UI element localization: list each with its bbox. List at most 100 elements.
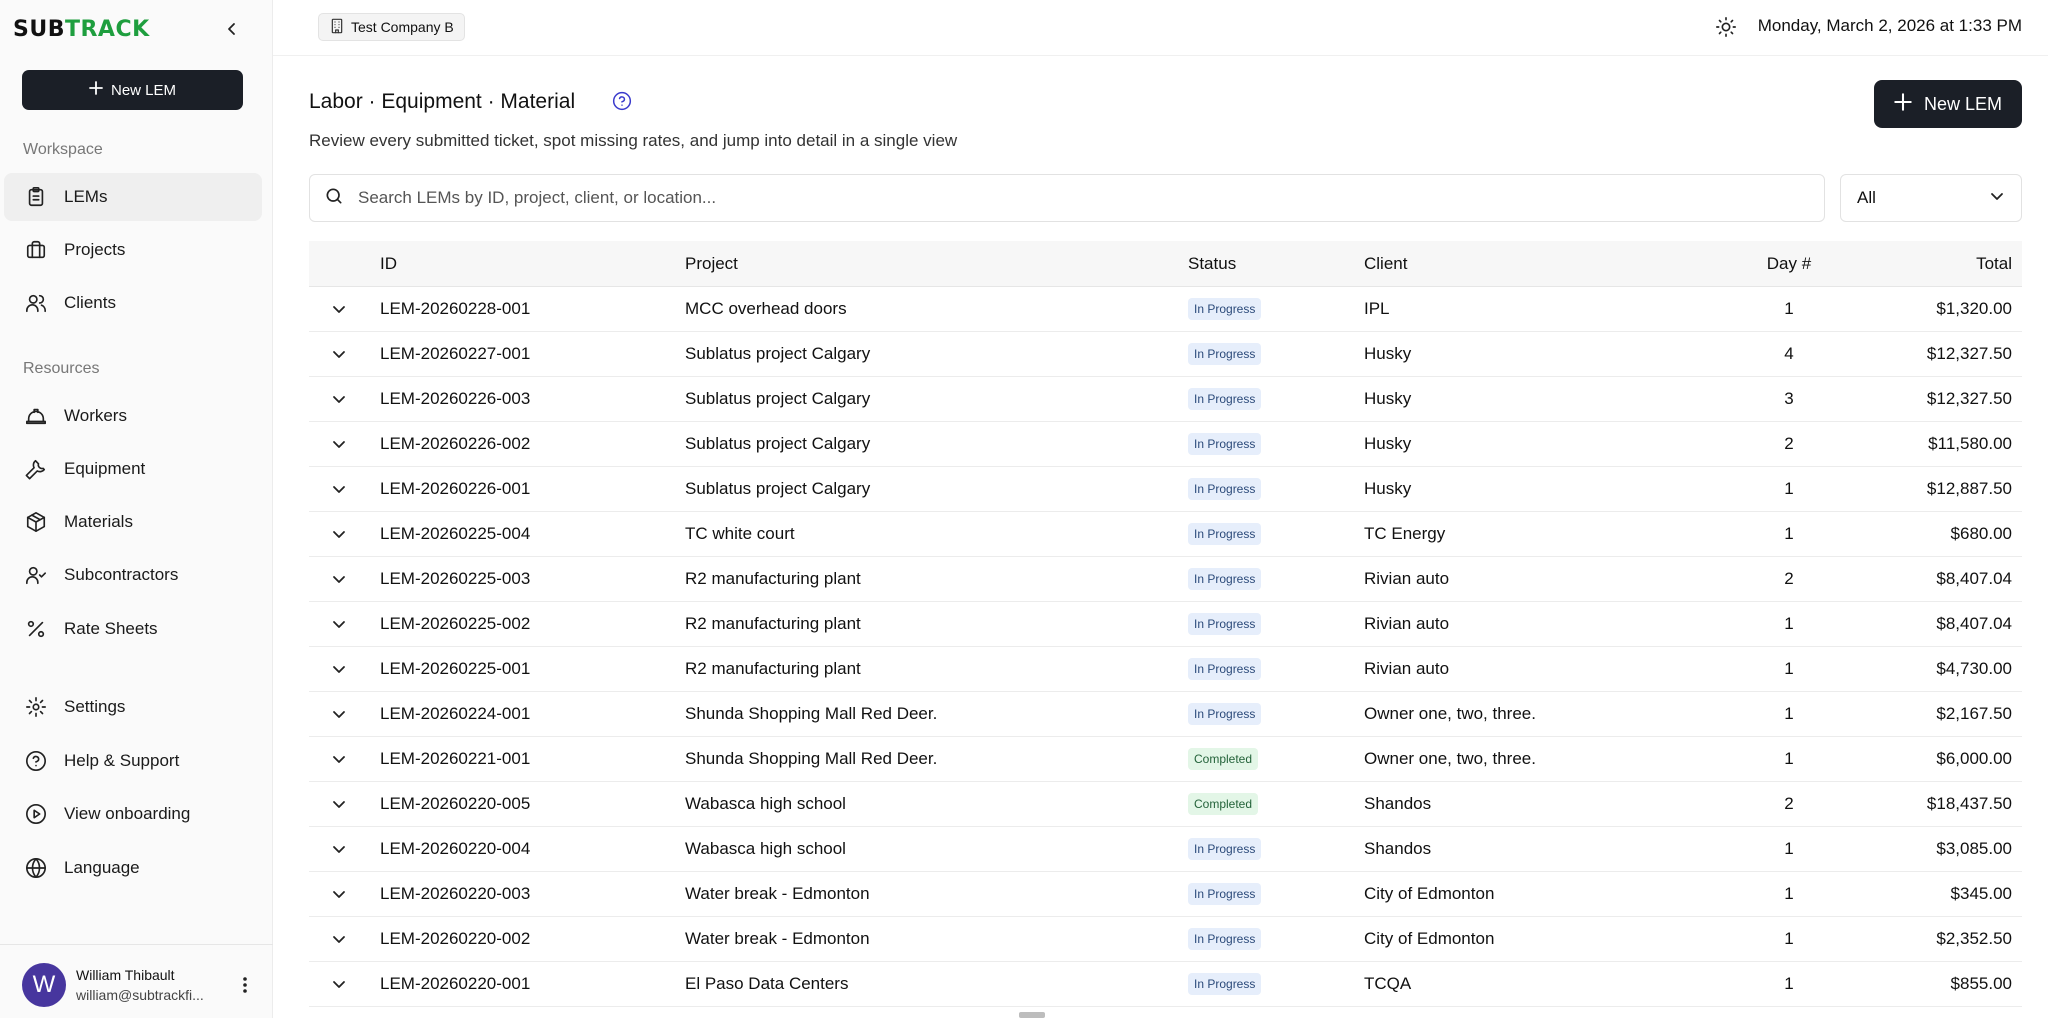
table-row[interactable]: LEM-20260228-001 MCC overhead doors In Pro…: [309, 287, 2022, 332]
table-row[interactable]: LEM-20260220-005 Wabasca high school Compl…: [309, 782, 2022, 827]
table-row[interactable]: LEM-20260220-002 Water break - Edmonton In…: [309, 917, 2022, 962]
new-lem-button[interactable]: New LEM: [1874, 80, 2022, 128]
sidebar-item-lems[interactable]: LEMs: [4, 173, 262, 221]
sidebar-item-projects[interactable]: Projects: [4, 226, 262, 274]
table-body: LEM-20260228-001 MCC overhead doors In Pro…: [309, 287, 2022, 1007]
cell-project: Sublatus project Calgary: [685, 344, 871, 363]
cell-id[interactable]: LEM-20260220-004: [380, 827, 530, 871]
status-badge: In Progress: [1188, 478, 1262, 500]
chevron-down-icon[interactable]: [327, 432, 351, 456]
cell-id[interactable]: LEM-20260220-003: [380, 872, 530, 916]
table-row[interactable]: LEM-20260220-003 Water break - Edmonton In…: [309, 872, 2022, 917]
chevron-down-icon[interactable]: [327, 882, 351, 906]
sidebar-item-help-support[interactable]: Help & Support: [4, 737, 262, 785]
package-icon: [24, 510, 48, 534]
chevron-down-icon[interactable]: [327, 297, 351, 321]
column-header-client[interactable]: Client: [1364, 241, 1407, 286]
cell-id[interactable]: LEM-20260226-002: [380, 422, 530, 466]
cell-id[interactable]: LEM-20260225-002: [380, 602, 530, 646]
cell-id[interactable]: LEM-20260221-001: [380, 737, 530, 781]
sidebar-item-label: Equipment: [64, 459, 146, 478]
cell-project: Sublatus project Calgary: [685, 389, 871, 408]
help-circle-icon[interactable]: [612, 91, 632, 111]
table-row[interactable]: LEM-20260225-002 R2 manufacturing plant In…: [309, 602, 2022, 647]
sidebar-item-subcontractors[interactable]: Subcontractors: [4, 551, 262, 599]
column-header-id[interactable]: ID: [380, 241, 397, 286]
cell-day: 1: [1784, 299, 1794, 318]
cell-id[interactable]: LEM-20260226-003: [380, 377, 530, 421]
cell-id[interactable]: LEM-20260220-001: [380, 962, 530, 1006]
cell-id[interactable]: LEM-20260220-002: [380, 917, 530, 961]
status-filter-select[interactable]: All: [1840, 174, 2022, 222]
chevron-down-icon[interactable]: [327, 657, 351, 681]
more-vertical-icon[interactable]: [238, 973, 252, 997]
scroll-indicator[interactable]: [1019, 1012, 1045, 1018]
cell-project: MCC overhead doors: [685, 299, 847, 318]
chevron-down-icon[interactable]: [327, 792, 351, 816]
lem-table: ID Project Status Client Day # Total LEM…: [309, 241, 2022, 1007]
cell-id[interactable]: LEM-20260220-005: [380, 782, 530, 826]
cell-id[interactable]: LEM-20260224-001: [380, 692, 530, 736]
sidebar-item-workers[interactable]: Workers: [4, 392, 262, 440]
company-selector[interactable]: Test Company B: [318, 13, 465, 41]
table-row[interactable]: LEM-20260221-001 Shunda Shopping Mall Red…: [309, 737, 2022, 782]
chevron-down-icon[interactable]: [327, 612, 351, 636]
plus-icon: [89, 81, 103, 99]
sidebar-item-language[interactable]: Language: [4, 844, 262, 892]
chevron-down-icon[interactable]: [327, 702, 351, 726]
sidebar-item-label: Settings: [64, 697, 126, 716]
table-row[interactable]: LEM-20260226-001 Sublatus project Calgary…: [309, 467, 2022, 512]
table-row[interactable]: LEM-20260220-001 El Paso Data Centers In P…: [309, 962, 2022, 1007]
table-row[interactable]: LEM-20260227-001 Sublatus project Calgary…: [309, 332, 2022, 377]
collapse-sidebar-icon[interactable]: [221, 18, 243, 40]
cell-id[interactable]: LEM-20260225-003: [380, 557, 530, 601]
cell-client: Husky: [1364, 479, 1412, 498]
sidebar-item-label: Materials: [64, 512, 133, 531]
sidebar-item-equipment[interactable]: Equipment: [4, 445, 262, 493]
cell-client: Husky: [1364, 434, 1412, 453]
cell-id[interactable]: LEM-20260227-001: [380, 332, 530, 376]
cell-id[interactable]: LEM-20260225-004: [380, 512, 530, 556]
chevron-down-icon[interactable]: [327, 972, 351, 996]
cell-total: $2,352.50: [1936, 929, 2012, 948]
chevron-down-icon[interactable]: [327, 342, 351, 366]
sidebar-item-label: Help & Support: [64, 751, 180, 770]
chevron-down-icon[interactable]: [327, 387, 351, 411]
chevron-down-icon[interactable]: [327, 522, 351, 546]
cell-id[interactable]: LEM-20260225-001: [380, 647, 530, 691]
column-header-day[interactable]: Day #: [1739, 241, 1839, 286]
sidebar-item-materials[interactable]: Materials: [4, 498, 262, 546]
search-input[interactable]: [358, 188, 1758, 208]
user-check-icon: [24, 563, 48, 587]
sidebar-item-clients[interactable]: Clients: [4, 279, 262, 327]
cell-id[interactable]: LEM-20260228-001: [380, 287, 530, 331]
cell-id[interactable]: LEM-20260226-001: [380, 467, 530, 511]
table-row[interactable]: LEM-20260220-004 Wabasca high school In Pr…: [309, 827, 2022, 872]
status-badge: In Progress: [1188, 838, 1262, 860]
column-header-total[interactable]: Total: [1976, 241, 2012, 286]
table-row[interactable]: LEM-20260226-003 Sublatus project Calgary…: [309, 377, 2022, 422]
table-row[interactable]: LEM-20260225-003 R2 manufacturing plant In…: [309, 557, 2022, 602]
chevron-down-icon[interactable]: [327, 567, 351, 591]
cell-day: 1: [1784, 974, 1794, 993]
cell-total: $11,580.00: [1928, 434, 2012, 453]
sidebar-item-view-onboarding[interactable]: View onboarding: [4, 790, 262, 838]
app-logo[interactable]: SUBTRACK: [13, 17, 150, 42]
sun-icon[interactable]: [1713, 14, 1739, 40]
chevron-down-icon[interactable]: [327, 837, 351, 861]
table-row[interactable]: LEM-20260224-001 Shunda Shopping Mall Red…: [309, 692, 2022, 737]
table-row[interactable]: LEM-20260225-001 R2 manufacturing plant In…: [309, 647, 2022, 692]
table-row[interactable]: LEM-20260226-002 Sublatus project Calgary…: [309, 422, 2022, 467]
column-header-project[interactable]: Project: [685, 241, 738, 286]
column-header-status[interactable]: Status: [1188, 241, 1236, 286]
avatar[interactable]: W: [22, 963, 66, 1007]
top-bar: Test Company B Monday, March 2, 2026 at …: [273, 0, 2048, 56]
table-row[interactable]: LEM-20260225-004 TC white court In Progres…: [309, 512, 2022, 557]
sidebar-item-rate-sheets[interactable]: Rate Sheets: [4, 605, 262, 653]
chevron-down-icon[interactable]: [327, 927, 351, 951]
chevron-down-icon[interactable]: [327, 747, 351, 771]
sidebar-item-settings[interactable]: Settings: [4, 683, 262, 731]
chevron-down-icon[interactable]: [327, 477, 351, 501]
sidebar-new-lem-button[interactable]: New LEM: [22, 70, 243, 110]
cell-project: Sublatus project Calgary: [685, 434, 871, 453]
